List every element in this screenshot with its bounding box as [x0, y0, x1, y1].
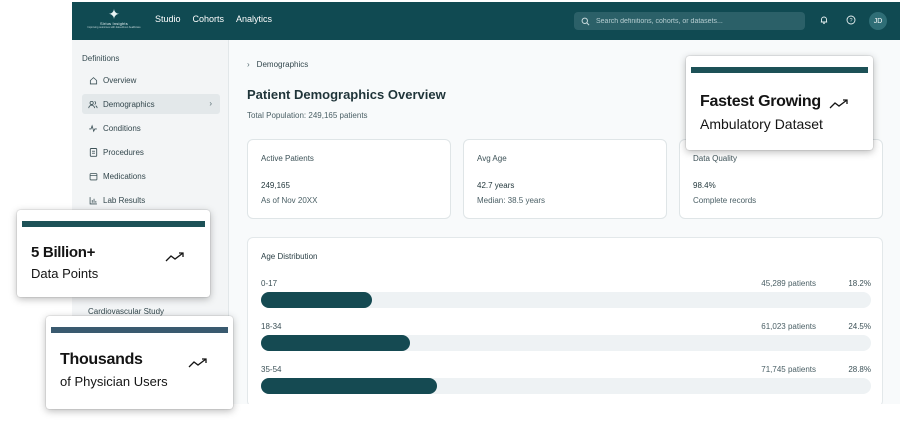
card-label: Data Quality	[693, 154, 738, 163]
card-label: Active Patients	[261, 154, 314, 163]
card-note: Median: 38.5 years	[477, 196, 546, 205]
nav-studio[interactable]: Studio	[155, 14, 181, 24]
age-count: 45,289 patients	[761, 279, 816, 288]
sidebar-item-label: Demographics	[103, 99, 155, 109]
callout-subtitle: Ambulatory Dataset	[700, 116, 823, 132]
age-range: 35-54	[261, 365, 282, 374]
bar-chart-icon	[88, 195, 98, 205]
progress-fill	[261, 378, 437, 394]
age-distribution-panel: Age Distribution 0-17 45,289 patients 18…	[247, 237, 883, 404]
card-value: 249,165	[261, 181, 290, 190]
sidebar-item-label: Conditions	[103, 123, 141, 133]
breadcrumb: › Demographics	[247, 60, 308, 69]
calendar-icon	[88, 171, 98, 181]
stat-card-avg-age: Avg Age 42.7 years Median: 38.5 years	[463, 139, 667, 219]
top-bar: ✦ Sirius Insights Improving outcomes wit…	[72, 2, 900, 40]
trending-up-icon	[165, 252, 184, 262]
progress-fill	[261, 292, 373, 308]
sidebar-item-label: Procedures	[103, 147, 144, 157]
star-logo-icon: ✦	[108, 6, 120, 22]
sidebar-item-demographics[interactable]: Demographics ›	[82, 94, 220, 114]
callout-subtitle: Data Points	[31, 266, 99, 281]
sidebar-item-overview[interactable]: Overview	[82, 70, 220, 90]
progress-track	[261, 335, 871, 351]
callout-fastest-growing: Fastest Growing Ambulatory Dataset	[686, 56, 873, 150]
age-percent: 28.8%	[848, 365, 871, 374]
stat-card-data-quality: Data Quality 98.4% Complete records	[679, 139, 883, 219]
callout-accent-bar	[691, 67, 868, 73]
card-note: Complete records	[693, 196, 757, 205]
sidebar-item-procedures[interactable]: Procedures	[82, 142, 220, 162]
progress-fill	[261, 335, 411, 351]
age-row-18-34: 18-34 61,023 patients 24.5%	[261, 322, 871, 356]
callout-5-billion: 5 Billion+ Data Points	[17, 210, 210, 297]
age-count: 71,745 patients	[761, 365, 816, 374]
age-range: 0-17	[261, 279, 278, 288]
card-value: 98.4%	[693, 181, 716, 190]
sidebar-item-cardiovascular-study[interactable]: Cardiovascular Study	[88, 307, 164, 316]
progress-track	[261, 378, 871, 394]
activity-icon	[88, 123, 98, 133]
breadcrumb-demographics[interactable]: Demographics	[257, 60, 309, 69]
sirius-logo[interactable]: ✦ Sirius Insights Improving outcomes wit…	[86, 7, 142, 35]
nav-cohorts[interactable]: Cohorts	[193, 14, 225, 24]
age-percent: 24.5%	[848, 322, 871, 331]
stage: { "topbar": { "logo_brand": "Sirius Insi…	[0, 0, 900, 437]
svg-text:?: ?	[849, 18, 852, 24]
search-input[interactable]	[596, 17, 796, 25]
logo-tagline: Improving outcomes with data-driven heal…	[87, 26, 141, 29]
callout-accent-bar	[51, 327, 228, 333]
chevron-right-icon: ›	[247, 60, 250, 69]
sidebar-title: Definitions	[82, 54, 120, 63]
callout-physician-users: Thousands of Physician Users	[46, 316, 233, 409]
callout-accent-bar	[22, 221, 205, 227]
sidebar-item-label: Lab Results	[103, 195, 146, 205]
trending-up-icon	[188, 358, 207, 368]
home-icon	[88, 75, 98, 85]
sidebar-item-label: Medications	[103, 171, 146, 181]
age-range: 18-34	[261, 322, 282, 331]
clipboard-icon	[88, 147, 98, 157]
sidebar-item-conditions[interactable]: Conditions	[82, 118, 220, 138]
top-nav: Studio Cohorts Analytics	[155, 14, 284, 24]
sidebar-item-lab-results[interactable]: Lab Results	[82, 190, 220, 210]
page-subtitle: Total Population: 249,165 patients	[247, 111, 368, 120]
age-row-0-17: 0-17 45,289 patients 18.2%	[261, 279, 871, 313]
card-value: 42.7 years	[477, 181, 515, 190]
users-icon	[88, 99, 98, 109]
nav-analytics[interactable]: Analytics	[236, 14, 272, 24]
age-count: 61,023 patients	[761, 322, 816, 331]
chevron-right-icon: ›	[209, 99, 212, 108]
callout-title: Fastest Growing	[700, 93, 821, 110]
help-icon[interactable]: ?	[845, 14, 857, 26]
callout-title: Thousands	[60, 351, 143, 368]
card-note: As of Nov 20XX	[261, 196, 318, 205]
age-distribution-title: Age Distribution	[261, 252, 318, 261]
page-title: Patient Demographics Overview	[247, 87, 446, 102]
sidebar-item-label: Overview	[103, 75, 137, 85]
sidebar-item-medications[interactable]: Medications	[82, 166, 220, 186]
search-box[interactable]	[574, 12, 805, 30]
callout-title: 5 Billion+	[31, 244, 96, 261]
bell-icon[interactable]	[818, 14, 830, 26]
avatar[interactable]: JD	[869, 12, 887, 30]
age-row-35-54: 35-54 71,745 patients 28.8%	[261, 365, 871, 399]
stat-card-active-patients: Active Patients 249,165 As of Nov 20XX	[247, 139, 451, 219]
age-percent: 18.2%	[848, 279, 871, 288]
search-icon	[581, 17, 590, 25]
callout-subtitle: of Physician Users	[60, 374, 168, 389]
trending-up-icon	[829, 99, 848, 109]
card-label: Avg Age	[477, 154, 507, 163]
progress-track	[261, 292, 871, 308]
